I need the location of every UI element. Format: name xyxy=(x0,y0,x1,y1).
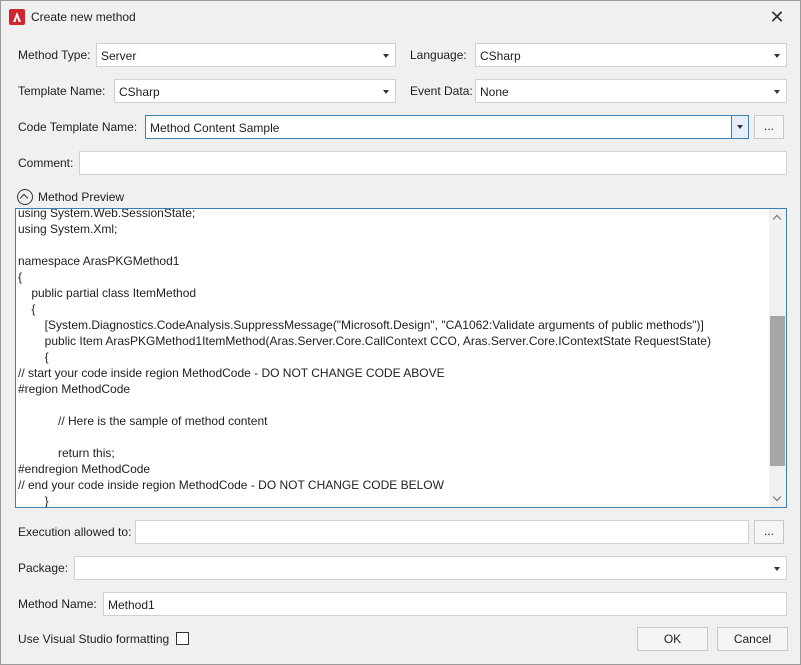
ok-button[interactable]: OK xyxy=(637,627,708,651)
comment-input[interactable] xyxy=(79,151,787,175)
code-text: using System.Web.SessionState; using Sys… xyxy=(18,208,711,508)
method-name-value: Method1 xyxy=(108,598,155,612)
chevron-down-icon[interactable] xyxy=(379,48,393,62)
create-method-dialog: Create new method ✕ Method Type: Server … xyxy=(0,0,801,665)
event-data-value: None xyxy=(480,85,509,99)
app-logo-icon xyxy=(9,9,25,25)
scroll-up-icon[interactable] xyxy=(769,209,786,226)
method-type-select[interactable]: Server xyxy=(96,43,396,67)
template-name-value: CSharp xyxy=(119,85,160,99)
scroll-down-icon[interactable] xyxy=(769,490,786,507)
cancel-button[interactable]: Cancel xyxy=(717,627,788,651)
event-data-select[interactable]: None xyxy=(475,79,787,103)
vs-format-label: Use Visual Studio formatting xyxy=(18,632,170,646)
template-name-select[interactable]: CSharp xyxy=(114,79,396,103)
method-preview-label: Method Preview xyxy=(38,190,125,204)
collapse-up-icon[interactable] xyxy=(17,189,33,205)
language-label: Language: xyxy=(410,48,467,62)
chevron-down-icon[interactable] xyxy=(731,116,748,138)
method-name-label: Method Name: xyxy=(18,597,97,611)
package-label: Package: xyxy=(18,561,69,575)
vertical-scrollbar[interactable] xyxy=(769,209,786,507)
language-value: CSharp xyxy=(480,49,521,63)
chevron-down-icon[interactable] xyxy=(379,84,393,98)
package-select[interactable] xyxy=(74,556,787,580)
method-name-input[interactable]: Method1 xyxy=(103,592,787,616)
comment-label: Comment: xyxy=(18,156,74,170)
close-icon: ✕ xyxy=(769,7,785,27)
execution-label: Execution allowed to: xyxy=(18,525,132,539)
code-template-label: Code Template Name: xyxy=(18,120,138,134)
chevron-down-icon[interactable] xyxy=(770,84,784,98)
chevron-down-icon[interactable] xyxy=(770,48,784,62)
scroll-thumb[interactable] xyxy=(770,316,785,466)
execution-input[interactable] xyxy=(135,520,749,544)
chevron-down-icon[interactable] xyxy=(770,561,784,575)
template-name-label: Template Name: xyxy=(18,84,106,98)
method-preview-code[interactable]: using System.Web.SessionState; using Sys… xyxy=(15,208,787,508)
code-template-select[interactable]: Method Content Sample xyxy=(145,115,749,139)
vs-format-checkbox[interactable] xyxy=(176,632,189,645)
dialog-title: Create new method xyxy=(31,10,136,24)
title-bar: Create new method ✕ xyxy=(1,1,800,33)
method-type-label: Method Type: xyxy=(18,48,91,62)
execution-browse-button[interactable]: ... xyxy=(754,520,784,544)
language-select[interactable]: CSharp xyxy=(475,43,787,67)
method-type-value: Server xyxy=(101,49,137,63)
code-template-browse-button[interactable]: ... xyxy=(754,115,784,139)
code-template-value: Method Content Sample xyxy=(150,121,280,135)
event-data-label: Event Data: xyxy=(410,84,473,98)
close-button[interactable]: ✕ xyxy=(761,3,793,31)
